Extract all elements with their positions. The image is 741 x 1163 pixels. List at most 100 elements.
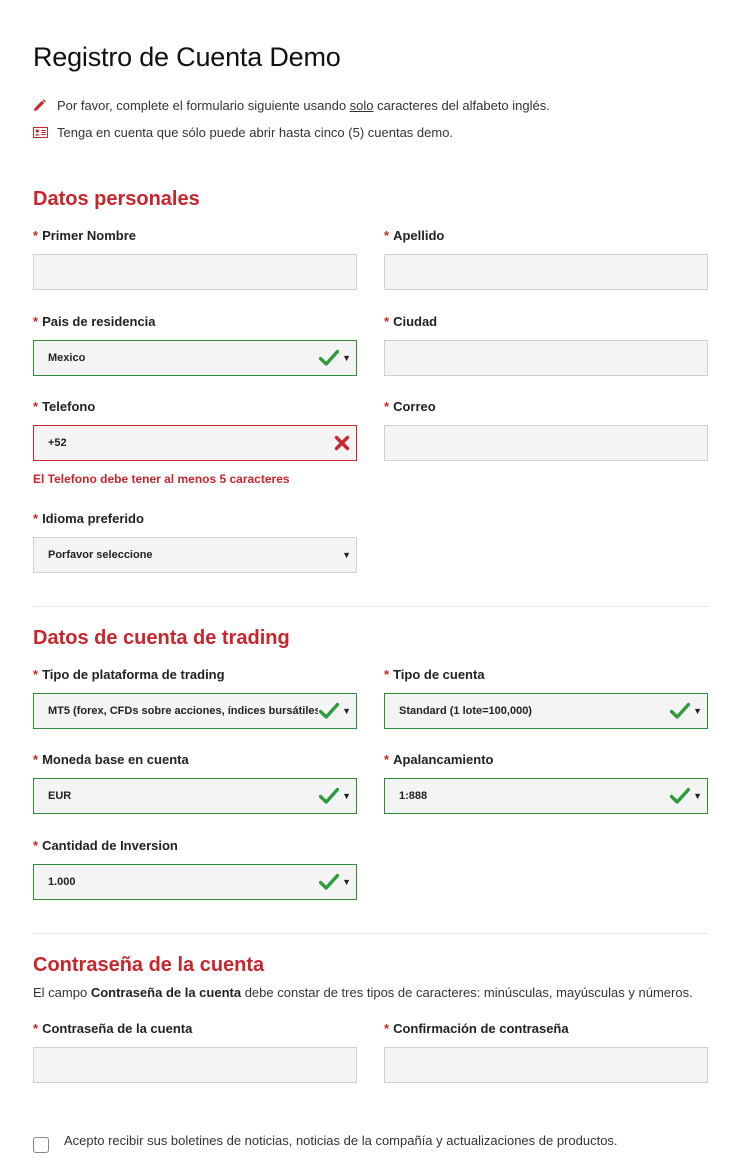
- demo-account-registration-page: Registro de Cuenta Demo Por favor, compl…: [0, 0, 741, 1163]
- field-value: [399, 1048, 669, 1082]
- field-value: Mexico: [48, 352, 86, 364]
- checkmark-icon: [669, 787, 691, 805]
- caret-down-icon: ▼: [342, 550, 351, 560]
- label-text: Cantidad de Inversion: [42, 838, 178, 853]
- field-value: [48, 1048, 318, 1082]
- required-mark: *: [33, 399, 39, 414]
- notice-max-demo-accounts: Tenga en cuenta que sólo puede abrir has…: [33, 125, 453, 140]
- label-account-type: * Tipo de cuenta: [384, 667, 485, 682]
- required-mark: *: [33, 838, 39, 853]
- required-mark: *: [384, 752, 390, 767]
- field-value: [48, 255, 318, 289]
- city-input[interactable]: [384, 340, 708, 376]
- caret-down-icon: ▼: [342, 353, 351, 363]
- section-title-personal: Datos personales: [33, 188, 200, 210]
- caret-down-icon: ▼: [342, 877, 351, 887]
- required-mark: *: [33, 511, 39, 526]
- label-text: Confirmación de contraseña: [393, 1021, 569, 1036]
- email-input[interactable]: [384, 425, 708, 461]
- label-language: * Idioma preferido: [33, 511, 144, 526]
- label-text: Contraseña de la cuenta: [42, 1021, 193, 1036]
- label-text: Idioma preferido: [42, 511, 144, 526]
- id-card-icon: [33, 127, 53, 138]
- required-mark: *: [384, 1021, 390, 1036]
- required-mark: *: [384, 667, 390, 682]
- required-mark: *: [384, 314, 390, 329]
- country-select[interactable]: Mexico ▼: [33, 340, 357, 376]
- checkmark-icon: [318, 702, 340, 720]
- required-mark: *: [384, 228, 390, 243]
- caret-down-icon: ▼: [342, 706, 351, 716]
- label-base-currency: * Moneda base en cuenta: [33, 752, 189, 767]
- required-mark: *: [33, 228, 39, 243]
- checkmark-icon: [318, 787, 340, 805]
- label-phone: * Telefono: [33, 399, 95, 414]
- label-text: Telefono: [42, 399, 96, 414]
- label-text: Tipo de plataforma de trading: [42, 667, 225, 682]
- password-input[interactable]: [33, 1047, 357, 1083]
- label-leverage: * Apalancamiento: [384, 752, 493, 767]
- label-city: * Ciudad: [384, 314, 437, 329]
- caret-down-icon: ▼: [342, 791, 351, 801]
- label-text: Tipo de cuenta: [393, 667, 485, 682]
- label-text: Ciudad: [393, 314, 438, 329]
- phone-error-message: El Telefono debe tener al menos 5 caract…: [33, 472, 290, 486]
- note-text-part: debe constar de tres tipos de caracteres…: [241, 985, 693, 1000]
- last-name-input[interactable]: [384, 254, 708, 290]
- label-text: Primer Nombre: [42, 228, 136, 243]
- notice-text-part: Por favor, complete el formulario siguie…: [57, 98, 350, 113]
- notice-text-part: caracteres del alfabeto inglés.: [373, 98, 550, 113]
- notice-max-demo-accounts-text: Tenga en cuenta que sólo puede abrir has…: [57, 125, 454, 140]
- section-title-password: Contraseña de la cuenta: [33, 954, 265, 976]
- label-text: Apalancamiento: [393, 752, 494, 767]
- notice-english-only-text: Por favor, complete el formulario siguie…: [57, 98, 550, 113]
- label-country: * Pais de residencia: [33, 314, 156, 329]
- page-title: Registro de Cuenta Demo: [33, 42, 341, 72]
- newsletter-consent-checkbox[interactable]: [33, 1137, 49, 1153]
- label-password: * Contraseña de la cuenta: [33, 1021, 192, 1036]
- section-title-trading: Datos de cuenta de trading: [33, 627, 290, 649]
- field-value: Porfavor seleccione: [48, 549, 153, 561]
- cross-icon: [334, 435, 350, 451]
- newsletter-consent[interactable]: Acepto recibir sus boletines de noticias…: [33, 1133, 618, 1153]
- required-mark: *: [33, 667, 39, 682]
- leverage-select[interactable]: 1:888 ▼: [384, 778, 708, 814]
- language-select[interactable]: Porfavor seleccione ▼: [33, 537, 357, 573]
- required-mark: *: [384, 399, 390, 414]
- pencil-icon: [33, 99, 53, 112]
- required-mark: *: [33, 1021, 39, 1036]
- platform-select[interactable]: MT5 (forex, CFDs sobre acciones, índices…: [33, 693, 357, 729]
- required-mark: *: [33, 752, 39, 767]
- confirm-password-input[interactable]: [384, 1047, 708, 1083]
- password-requirements-note: El campo Contraseña de la cuenta debe co…: [33, 985, 693, 1000]
- checkmark-icon: [318, 873, 340, 891]
- field-value: [399, 255, 669, 289]
- checkmark-icon: [318, 349, 340, 367]
- checkmark-icon: [669, 702, 691, 720]
- field-value: MT5 (forex, CFDs sobre acciones, índices…: [48, 705, 318, 717]
- field-value: [399, 426, 669, 460]
- caret-down-icon: ▼: [693, 706, 702, 716]
- newsletter-consent-label[interactable]: Acepto recibir sus boletines de noticias…: [64, 1133, 618, 1148]
- label-text: Moneda base en cuenta: [42, 752, 189, 767]
- label-email: * Correo: [384, 399, 436, 414]
- investment-select[interactable]: 1.000 ▼: [33, 864, 357, 900]
- base-currency-select[interactable]: EUR ▼: [33, 778, 357, 814]
- phone-input[interactable]: +52: [33, 425, 357, 461]
- label-platform: * Tipo de plataforma de trading: [33, 667, 225, 682]
- label-text: Correo: [393, 399, 436, 414]
- note-bold-part: Contraseña de la cuenta: [90, 985, 242, 1000]
- account-type-select[interactable]: Standard (1 lote=100,000) ▼: [384, 693, 708, 729]
- first-name-input[interactable]: [33, 254, 357, 290]
- field-value: EUR: [48, 790, 72, 802]
- label-confirm-password: * Confirmación de contraseña: [384, 1021, 569, 1036]
- label-investment: * Cantidad de Inversion: [33, 838, 178, 853]
- notice-english-only: Por favor, complete el formulario siguie…: [33, 98, 550, 113]
- note-text-part: El campo: [33, 985, 91, 1000]
- section-divider: [33, 606, 708, 607]
- caret-down-icon: ▼: [693, 791, 702, 801]
- field-value: 1.000: [48, 876, 76, 888]
- label-last-name: * Apellido: [384, 228, 444, 243]
- section-divider: [33, 933, 708, 934]
- label-first-name: * Primer Nombre: [33, 228, 136, 243]
